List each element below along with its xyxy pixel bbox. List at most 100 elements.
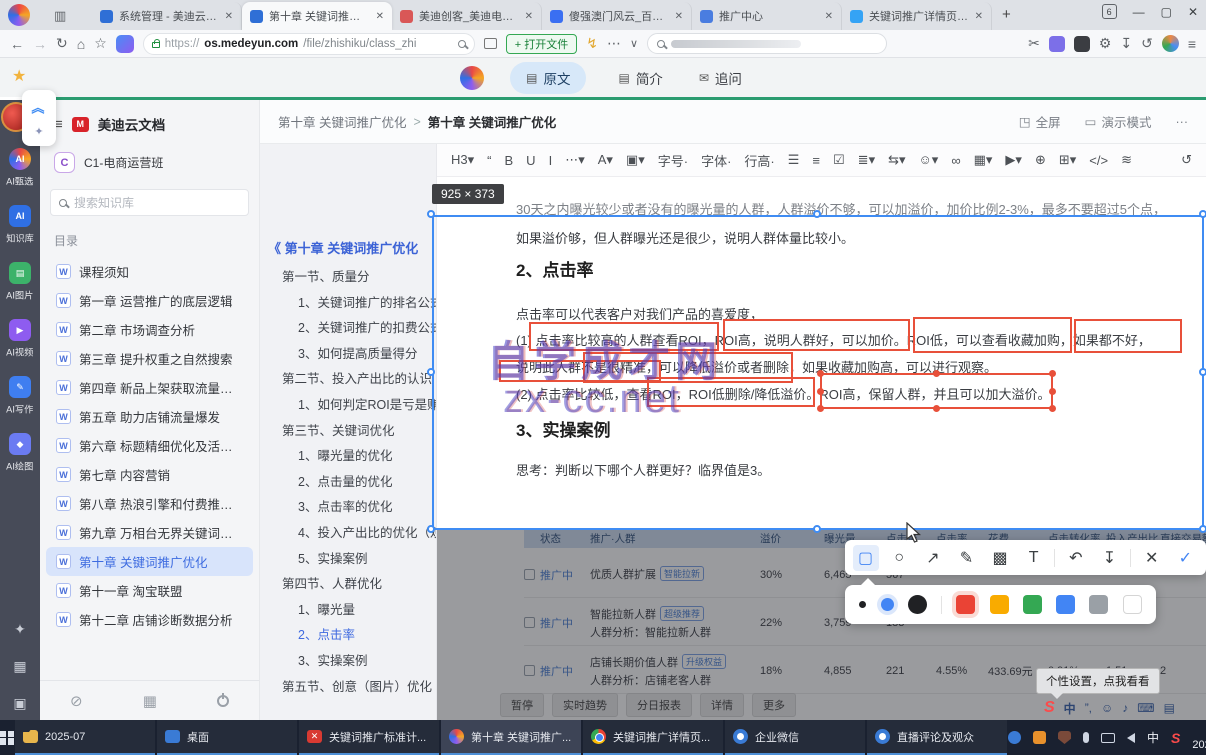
browser-menu-icon[interactable]: ≡ (1188, 36, 1196, 52)
toc-item[interactable]: 第一节、质量分 (260, 265, 436, 291)
profile-avatar[interactable] (1161, 35, 1179, 52)
tray-mic-icon[interactable] (1083, 732, 1089, 743)
ime-mic-icon[interactable]: ♪ (1122, 701, 1128, 715)
selection-handle[interactable] (427, 368, 435, 376)
color-swatch[interactable] (1056, 595, 1076, 614)
annotation-tool[interactable]: ↧ (1096, 545, 1122, 571)
selection-handle[interactable] (427, 210, 435, 218)
toc-item[interactable]: 2、点击量的优化 (260, 470, 436, 496)
browser-tab[interactable]: 关键词推广详情页_万相 ✕ (842, 2, 992, 30)
color-swatch[interactable] (989, 595, 1009, 614)
extension-dark-icon[interactable] (1073, 35, 1090, 52)
ai-logo-icon[interactable] (460, 65, 485, 90)
breadcrumb-parent[interactable]: 第十章 关键词推广优化 (278, 112, 406, 131)
editor-toolbar-icon[interactable]: U (526, 153, 535, 168)
toc-item[interactable]: 1、曝光量的优化 (260, 444, 436, 470)
taskbar-item[interactable]: 企业微信 (725, 720, 865, 755)
toc-item[interactable]: 3、如何提高质量得分 (260, 342, 436, 368)
image-tool-icon[interactable] (483, 38, 497, 49)
ai-rail-item[interactable]: AI AI甄选 (0, 148, 40, 188)
annotation-tool[interactable]: ○ (886, 545, 912, 571)
doc-item[interactable]: W 第七章 内容营销 (46, 460, 253, 489)
editor-toolbar-icon[interactable]: ⊕ (1035, 152, 1046, 168)
taskbar-item[interactable]: 直播评论及观众 (867, 720, 1007, 755)
editor-toolbar-icon[interactable]: ☰ (788, 152, 800, 168)
doc-item[interactable]: W 第十二章 店铺诊断数据分析 (46, 605, 253, 634)
doc-item[interactable]: W 第一章 运营推广的底层逻辑 (46, 286, 253, 315)
back-button[interactable]: ← (10, 36, 24, 52)
calendar-icon[interactable]: ▦ (143, 692, 157, 710)
more-tools-icon[interactable]: ⋯ (607, 35, 621, 52)
doc-item[interactable]: W 第二章 市场调查分析 (46, 315, 253, 344)
ai-rail-item[interactable]: ◆ AI绘图 (0, 433, 40, 473)
selection-handle[interactable] (813, 525, 821, 533)
editor-toolbar-icon[interactable]: ▣▾ (626, 152, 645, 168)
toc-item[interactable]: 4、投入产出比的优化（观察7天/15 (260, 521, 436, 547)
annotation-tool[interactable]: ▢ (852, 544, 879, 571)
toolbox-icon[interactable]: ▣ (13, 695, 26, 712)
pin-icon[interactable]: ✦ (34, 125, 43, 138)
toc-item[interactable]: 第三节、关键词优化 (260, 419, 436, 445)
browser-profile-icon[interactable] (8, 4, 30, 26)
doc-item[interactable]: W 第九章 万相台无界关键词推广 (46, 518, 253, 547)
annotation-tool[interactable] (1130, 548, 1132, 567)
toc-item[interactable]: 1、如何判定ROI是亏是赚 (260, 393, 436, 419)
ai-rail-item[interactable]: ▤ AI图片 (0, 262, 40, 302)
ime-lang-icon[interactable]: 中 (1064, 700, 1076, 717)
toc-item[interactable]: 3、点击率的优化 (260, 495, 436, 521)
bolt-icon[interactable]: ↯ (586, 35, 598, 52)
ime-emoji-icon[interactable]: ☺ (1101, 701, 1113, 715)
fullscreen-button[interactable]: ◳ 全屏 (1019, 112, 1061, 131)
doc-item[interactable]: W 第十章 关键词推广优化 (46, 547, 253, 576)
browser-tab[interactable]: 第十章 关键词推广优化 ✕ (242, 2, 392, 30)
tray-wecom-icon[interactable] (1008, 731, 1021, 744)
taskbar-item[interactable]: 关键词推广标准计... (299, 720, 439, 755)
ime-keyboard-icon[interactable]: ⌨ (1137, 701, 1154, 715)
toc-item[interactable]: 5、实操案例 (260, 547, 436, 573)
annotation-tool[interactable]: T (1021, 545, 1047, 571)
viewer-tab[interactable]: ▤ 简介 (614, 62, 666, 94)
color-swatch[interactable] (907, 595, 927, 614)
editor-toolbar-icon[interactable]: ☑ (833, 152, 845, 168)
editor-toolbar-icon[interactable]: I (549, 153, 553, 168)
color-swatch[interactable] (1022, 595, 1042, 614)
more-actions-button[interactable]: ··· (1176, 115, 1189, 129)
forward-button[interactable]: → (33, 36, 47, 52)
taskbar-clock[interactable]: 16:34 2025/7/9 (1192, 723, 1206, 753)
doc-item[interactable]: W 第十一章 淘宝联盟 (46, 576, 253, 605)
browser-tab[interactable]: 美迪创客_美迪电商_美 ✕ (392, 2, 542, 30)
editor-toolbar-icon[interactable]: ≋ (1121, 152, 1132, 168)
tab-counter-badge[interactable]: 6 (1101, 4, 1117, 19)
address-bar[interactable]: https:// os.medeyun.com/file/zhishiku/cla… (142, 32, 475, 55)
annotation-tool[interactable]: ↶ (1063, 545, 1089, 571)
home-button[interactable]: ⌂ (77, 36, 85, 52)
toc-item[interactable]: 第二节、投入产出比的认识 (260, 367, 436, 393)
browser-tab[interactable]: 傻强澳门风云_百度搜索 ✕ (542, 2, 692, 30)
browser-tab[interactable]: 系统管理 - 美迪云管理 ✕ (92, 2, 242, 30)
annotation-tool[interactable]: ↗ (920, 545, 946, 571)
toc-item[interactable]: 第五节、创意（图片）优化 (260, 675, 436, 701)
ai-rail-item[interactable]: ▶ AI视频 (0, 319, 40, 359)
browser-tab[interactable]: 推广中心 ✕ (692, 2, 842, 30)
doc-item[interactable]: W 第三章 提升权重之自然搜索 (46, 344, 253, 373)
doc-item[interactable]: W 第四章 新品上架获取流量秘籍 (46, 373, 253, 402)
class-row[interactable]: C C1-电商运营班 (40, 140, 259, 177)
toc-item[interactable]: 3、实操案例 (260, 649, 436, 675)
editor-toolbar-icon[interactable]: A▾ (598, 152, 613, 168)
editor-toolbar-icon[interactable]: ▦▾ (974, 152, 993, 168)
color-swatch[interactable] (941, 595, 943, 614)
editor-toolbar-icon[interactable]: ▶▾ (1005, 152, 1022, 168)
screenshot-selection[interactable] (432, 215, 1204, 530)
chevron-down-icon[interactable]: ∨ (630, 37, 638, 50)
tray-app-icon[interactable] (1033, 731, 1046, 744)
toc-item[interactable]: 2、关键词推广的扣费公式 (260, 316, 436, 342)
doc-item[interactable]: W 课程须知 (46, 257, 253, 286)
tab-close-icon[interactable]: ✕ (825, 11, 833, 22)
ai-rail-item[interactable]: AI 知识库 (0, 205, 40, 245)
tray-sogou-icon[interactable]: S (1171, 730, 1180, 746)
selection-handle[interactable] (1199, 525, 1206, 533)
doc-item[interactable]: W 第五章 助力店铺流量爆发 (46, 402, 253, 431)
taskbar-item[interactable]: 桌面 (157, 720, 297, 755)
apps-grid-icon[interactable]: ▦ (13, 658, 26, 675)
toc-item[interactable]: 1、关键词推广的排名公式 (260, 291, 436, 317)
